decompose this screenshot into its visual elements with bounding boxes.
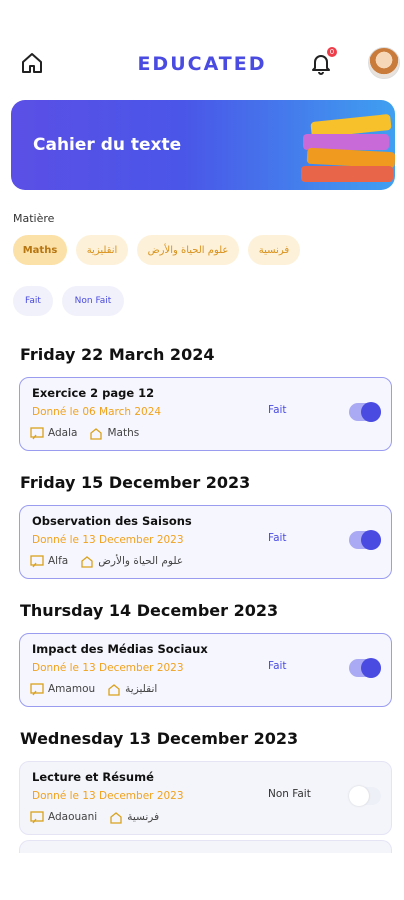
app-logo: EDUCATED [137,53,267,75]
homework-title: Exercice 2 page 12 [32,386,155,400]
teacher-name: Alfa [48,555,69,567]
subject-name: علوم الحياة والأرض [98,555,184,567]
teacher-name: Amamou [48,683,96,695]
subject-icon [108,684,120,696]
teacher-icon [30,811,44,824]
subject-name: فرنسية [127,811,160,823]
homework-meta: Amamou انقليزية [30,682,157,696]
homework-title: Observation des Saisons [32,514,192,528]
status-chip-non-fait[interactable]: Non Fait [62,286,124,316]
homework-meta: Adaouani فرنسية [30,810,159,824]
subject-icon [110,812,122,824]
done-toggle[interactable] [349,530,381,550]
subject-filter-label: Matière [13,212,55,225]
teacher-icon [30,683,44,696]
teacher-name: Adaouani [48,811,98,823]
done-toggle[interactable] [349,658,381,678]
given-date: Donné le 13 December 2023 [32,662,184,674]
notifications-button[interactable]: 0 [308,47,337,76]
homework-title: Impact des Médias Sociaux [32,642,208,656]
banner: Cahier du texte [11,100,395,190]
status-label: Fait [268,660,287,672]
teacher-icon [30,555,44,568]
toggle-knob [361,402,381,422]
done-toggle[interactable] [349,786,381,806]
toggle-knob [349,786,369,806]
avatar[interactable] [368,47,400,79]
subject-chip-anglais[interactable]: انقليزية [76,235,128,265]
section-date: Wednesday 13 December 2023 [20,729,299,748]
homework-meta: Adala Maths [30,426,139,440]
homework-card[interactable]: Exercice 2 page 12 Donné le 06 March 202… [19,377,392,451]
given-date: Donné le 13 December 2023 [32,790,184,802]
homework-card[interactable]: Lecture et Résumé Donné le 13 December 2… [19,761,392,835]
teacher-icon [30,427,44,440]
homework-card[interactable]: Observation des Saisons Donné le 13 Dece… [19,505,392,579]
status-label: Non Fait [268,788,311,800]
teacher-name: Adala [48,427,78,439]
given-date: Donné le 13 December 2023 [32,534,184,546]
subject-icon [90,428,103,440]
homework-card[interactable]: Impact des Médias Sociaux Donné le 13 De… [19,633,392,707]
done-toggle[interactable] [349,402,381,422]
status-label: Fait [268,532,287,544]
section-date: Friday 22 March 2024 [20,345,215,364]
banner-title: Cahier du texte [33,135,182,155]
homework-title: Lecture et Résumé [32,770,154,784]
status-label: Fait [268,404,287,416]
notification-badge: 0 [327,47,337,57]
subject-chip-svt[interactable]: علوم الحياة والأرض [137,235,239,265]
section-date: Friday 15 December 2023 [20,473,251,492]
next-card-edge [19,840,392,853]
homework-meta: Alfa علوم الحياة والأرض [30,554,183,568]
subject-name: انقليزية [125,683,158,695]
subject-name: Maths [107,427,140,439]
given-date: Donné le 06 March 2024 [32,406,162,418]
subject-icon [81,556,93,568]
subject-chip-francais[interactable]: فرنسية [248,235,300,265]
toggle-knob [361,530,381,550]
subject-chip-maths[interactable]: Maths [13,235,67,265]
toggle-knob [361,658,381,678]
section-date: Thursday 14 December 2023 [20,601,279,620]
status-chip-fait[interactable]: Fait [13,286,53,316]
